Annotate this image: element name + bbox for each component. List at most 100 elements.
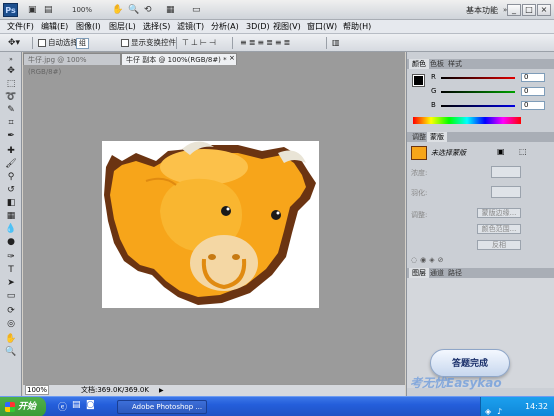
slider-b[interactable]: B 0 bbox=[431, 101, 551, 111]
history-brush-icon[interactable]: ↺ bbox=[3, 185, 19, 196]
menu-filter[interactable]: 滤镜(T) bbox=[176, 21, 205, 33]
auto-select-dropdown[interactable]: 组 bbox=[76, 37, 89, 49]
completion-button[interactable]: 答题完成 bbox=[430, 349, 510, 377]
menu-help[interactable]: 帮助(H) bbox=[342, 21, 372, 33]
zoom-tool-icon[interactable]: 🔍 bbox=[3, 347, 19, 358]
menu-edit[interactable]: 编辑(E) bbox=[40, 21, 69, 33]
brush-tool-icon[interactable]: 🖌 bbox=[3, 159, 19, 170]
collapse-icon[interactable]: » bbox=[3, 54, 19, 65]
density-field[interactable] bbox=[491, 166, 521, 178]
tray-volume-icon[interactable]: ♪ bbox=[497, 402, 502, 416]
menu-view[interactable]: 视图(V) bbox=[272, 21, 302, 33]
lasso-tool-icon[interactable]: ➰ bbox=[3, 92, 19, 103]
slider-b-track[interactable] bbox=[441, 105, 515, 107]
workspace-switcher[interactable]: 基本功能 bbox=[466, 5, 498, 16]
zoom-level[interactable]: 100% bbox=[72, 4, 92, 16]
restore-button[interactable]: □ bbox=[522, 4, 536, 16]
quicklaunch-desktop-icon[interactable]: ▤ bbox=[72, 400, 81, 410]
auto-select-checkbox[interactable] bbox=[38, 39, 46, 47]
shape-tool-icon[interactable]: ▭ bbox=[3, 291, 19, 302]
tab-styles[interactable]: 样式 bbox=[445, 59, 465, 69]
menu-window[interactable]: 窗口(W) bbox=[306, 21, 338, 33]
tab-color[interactable]: 颜色 bbox=[409, 59, 429, 69]
divider bbox=[232, 37, 233, 49]
quicklaunch-media-icon[interactable]: ◙ bbox=[86, 400, 95, 410]
eyedropper-tool-icon[interactable]: ✒ bbox=[3, 131, 19, 142]
mask-footer-icons[interactable]: ◌◉◈⊘ bbox=[411, 256, 446, 264]
vector-mask-icon[interactable]: ⬚ bbox=[519, 147, 527, 156]
slider-g-track[interactable] bbox=[441, 91, 515, 93]
slider-r[interactable]: R 0 bbox=[431, 73, 551, 83]
menu-analysis[interactable]: 分析(A) bbox=[210, 21, 240, 33]
gradient-tool-icon[interactable]: ▦ bbox=[3, 211, 19, 222]
rotate-view-icon[interactable]: ⟲ bbox=[144, 4, 152, 16]
marquee-tool-icon[interactable]: ⬚ bbox=[3, 79, 19, 90]
quicklaunch-ie-icon[interactable]: ⓔ bbox=[58, 400, 67, 413]
align-buttons-icon[interactable]: ⊤⊥⊢⊣ bbox=[182, 37, 218, 49]
tab-channels[interactable]: 通道 bbox=[427, 268, 447, 278]
status-zoom[interactable]: 100% bbox=[25, 385, 49, 395]
color-range-button[interactable]: 颜色范围... bbox=[477, 224, 521, 234]
show-transform-option[interactable]: 显示变换控件 bbox=[121, 37, 176, 49]
minimize-button[interactable]: _ bbox=[507, 4, 521, 16]
invert-button[interactable]: 反相 bbox=[477, 240, 521, 250]
distribute-buttons-icon[interactable]: ≡≣≡≣≡≣ bbox=[240, 37, 292, 49]
hand-tool-icon[interactable]: ✋ bbox=[112, 4, 123, 16]
tab-adjustments[interactable]: 调整 bbox=[409, 132, 429, 142]
screen-mode-icon[interactable]: ▭ bbox=[192, 4, 201, 16]
tab-masks[interactable]: 蒙版 bbox=[427, 132, 447, 142]
slider-b-value[interactable]: 0 bbox=[521, 101, 545, 110]
slider-r-track[interactable] bbox=[441, 77, 515, 79]
tab-close-icon[interactable]: × bbox=[229, 54, 235, 62]
tab-swatches[interactable]: 色板 bbox=[427, 59, 447, 69]
zoom-tool-icon[interactable]: 🔍 bbox=[128, 4, 139, 16]
feather-field[interactable] bbox=[491, 186, 521, 198]
tab-layers[interactable]: 图层 bbox=[409, 268, 429, 278]
path-select-icon[interactable]: ➤ bbox=[3, 278, 19, 289]
auto-select-option[interactable]: 自动选择: bbox=[38, 37, 81, 49]
show-transform-checkbox[interactable] bbox=[121, 39, 129, 47]
minibridge-icon[interactable]: ▤ bbox=[44, 4, 53, 16]
menu-layer[interactable]: 图层(L) bbox=[108, 21, 137, 33]
blur-tool-icon[interactable]: 💧 bbox=[3, 224, 19, 235]
document-area: 牛仔.jpg @ 100%(RGB/8#) 牛仔 副本 @ 100%(RGB/8… bbox=[23, 52, 405, 396]
slider-g[interactable]: G 0 bbox=[431, 87, 551, 97]
menu-3d[interactable]: 3D(D) bbox=[245, 21, 271, 33]
bridge-icon[interactable]: ▣ bbox=[28, 4, 37, 16]
auto-select-value[interactable]: 组 bbox=[76, 37, 89, 49]
tray-network-icon[interactable]: ◈ bbox=[485, 402, 491, 416]
quick-select-tool-icon[interactable]: ✎ bbox=[3, 105, 19, 116]
status-menu-icon[interactable]: ▶ bbox=[159, 385, 164, 396]
document-canvas[interactable] bbox=[102, 141, 319, 308]
tab-paths[interactable]: 路径 bbox=[445, 268, 465, 278]
slider-r-value[interactable]: 0 bbox=[521, 73, 545, 82]
taskbar-photoshop[interactable]: Adobe Photoshop ... bbox=[117, 400, 207, 414]
crop-tool-icon[interactable]: ⌗ bbox=[3, 118, 19, 129]
hand-tool-icon[interactable]: ✋ bbox=[3, 334, 19, 345]
move-tool-preset-icon[interactable]: ✥▾ bbox=[8, 37, 20, 49]
menu-image[interactable]: 图像(I) bbox=[75, 21, 102, 33]
clone-stamp-icon[interactable]: ⚲ bbox=[3, 172, 19, 183]
show-transform-label: 显示变换控件 bbox=[131, 38, 176, 47]
arrange-documents-icon[interactable]: ▦ bbox=[166, 4, 175, 16]
color-spectrum[interactable] bbox=[413, 117, 521, 124]
pixel-mask-icon[interactable]: ▣ bbox=[497, 147, 505, 156]
menu-file[interactable]: 文件(F) bbox=[6, 21, 35, 33]
healing-brush-icon[interactable]: ✚ bbox=[3, 146, 19, 157]
color-panel-foreground[interactable] bbox=[412, 74, 425, 87]
tab-document-1[interactable]: 牛仔.jpg @ 100%(RGB/8#) bbox=[23, 53, 121, 76]
3d-orbit-icon[interactable]: ◎ bbox=[3, 319, 19, 330]
eraser-tool-icon[interactable]: ◧ bbox=[3, 198, 19, 209]
dodge-tool-icon[interactable]: ● bbox=[3, 237, 19, 248]
auto-align-icon[interactable]: ▥ bbox=[332, 37, 340, 49]
mask-edge-button[interactable]: 蒙版边缘... bbox=[477, 208, 521, 218]
move-tool-icon[interactable]: ✥ bbox=[3, 66, 19, 77]
3d-rotate-icon[interactable]: ⟳ bbox=[3, 306, 19, 317]
options-bar: ✥▾ 自动选择: 组 显示变换控件 ⊤⊥⊢⊣ ≡≣≡≣≡≣ ▥ bbox=[0, 34, 554, 52]
type-tool-icon[interactable]: T bbox=[3, 265, 19, 276]
close-button[interactable]: × bbox=[537, 4, 551, 16]
pen-tool-icon[interactable]: ✑ bbox=[3, 252, 19, 263]
slider-g-value[interactable]: 0 bbox=[521, 87, 545, 96]
menu-select[interactable]: 选择(S) bbox=[142, 21, 171, 33]
tab-document-2[interactable]: 牛仔 副本 @ 100%(RGB/8#) * bbox=[121, 53, 237, 65]
